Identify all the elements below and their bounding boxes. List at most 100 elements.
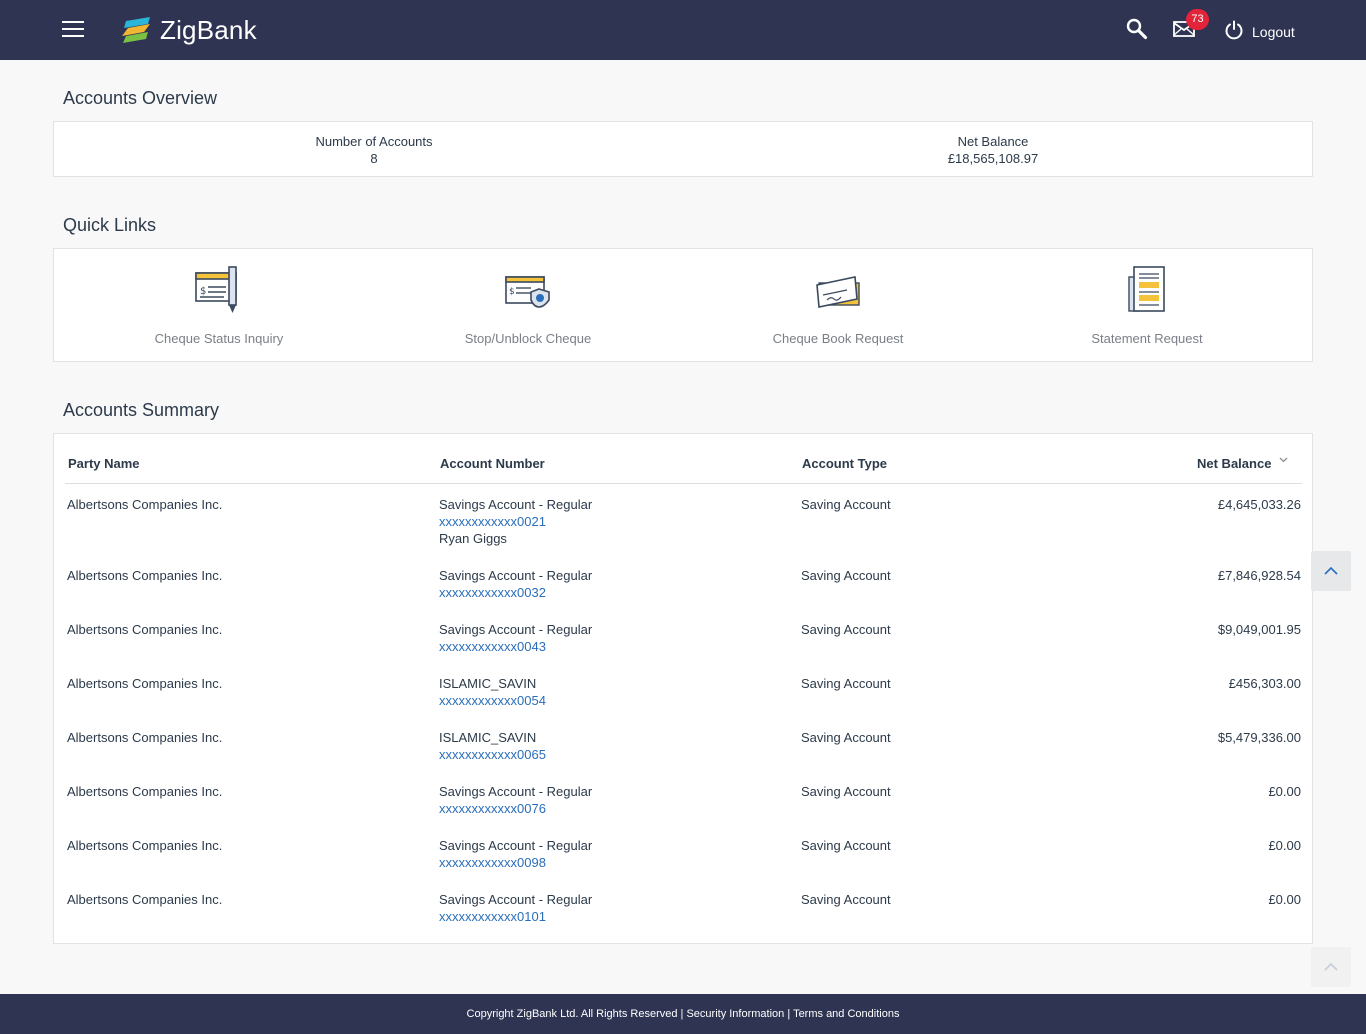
cheque-book-icon xyxy=(816,276,860,308)
security-information-link[interactable]: Security Information xyxy=(686,1008,784,1020)
zigbank-logo-mark-icon xyxy=(122,17,150,43)
net-balance-value: £18,565,108.97 xyxy=(947,151,1039,166)
account-number-cell: ISLAMIC_SAVIN xxxxxxxxxxxx0054 xyxy=(439,675,546,709)
party-name: Albertsons Companies Inc. xyxy=(67,568,223,583)
account-type: Saving Account xyxy=(801,838,891,853)
account-type: Saving Account xyxy=(801,568,891,583)
stop-cheque-icon: $ xyxy=(505,276,550,308)
account-number-link[interactable]: xxxxxxxxxxxx0076 xyxy=(439,800,592,817)
account-balance: $9,049,001.95 xyxy=(1217,622,1301,637)
accounts-overview-card: Number of Accounts 8 Net Balance £18,565… xyxy=(53,121,1313,177)
footer: Copyright ZigBank Ltd. All Rights Reserv… xyxy=(0,994,1366,1034)
zigbank-logo[interactable]: ZigBank xyxy=(122,14,257,46)
account-product: Savings Account - Regular xyxy=(439,838,593,853)
account-product: Savings Account - Regular xyxy=(439,622,593,637)
column-party-name: Party Name xyxy=(68,456,140,471)
number-of-accounts-value: 8 xyxy=(370,151,378,166)
party-name: Albertsons Companies Inc. xyxy=(67,622,223,637)
quick-link-label: Statement Request xyxy=(1091,331,1203,346)
party-name: Albertsons Companies Inc. xyxy=(67,838,223,853)
quick-link-label: Stop/Unblock Cheque xyxy=(464,331,592,346)
account-type: Saving Account xyxy=(801,784,891,799)
accounts-summary-title: Accounts Summary xyxy=(63,400,220,420)
statement-icon xyxy=(1128,266,1165,312)
account-number-cell: Savings Account - Regular xxxxxxxxxxxx00… xyxy=(439,783,592,817)
account-number-link[interactable]: xxxxxxxxxxxx0021 xyxy=(439,513,592,530)
sort-chevron-down-icon[interactable] xyxy=(1279,457,1288,463)
quick-link-statement-request[interactable]: Statement Request xyxy=(1047,263,1247,346)
account-number-link[interactable]: xxxxxxxxxxxx0043 xyxy=(439,638,592,655)
terms-and-conditions-link[interactable]: Terms and Conditions xyxy=(793,1008,899,1020)
party-name: Albertsons Companies Inc. xyxy=(67,730,223,745)
accounts-summary-table: Party Name Account Number Account Type N… xyxy=(53,433,1313,944)
account-type: Saving Account xyxy=(801,497,891,512)
quick-link-label: Cheque Book Request xyxy=(772,331,904,346)
top-header: ZigBank 73 Logout xyxy=(0,0,1366,60)
account-number-link[interactable]: xxxxxxxxxxxx0098 xyxy=(439,854,592,871)
quick-link-cheque-status-inquiry[interactable]: $ Cheque Status Inquiry xyxy=(119,263,319,346)
footer-copyright: Copyright ZigBank Ltd. All Rights Reserv… xyxy=(466,1008,678,1020)
account-balance: $5,479,336.00 xyxy=(1217,730,1301,745)
party-name: Albertsons Companies Inc. xyxy=(67,497,223,512)
cheque-status-icon: $ xyxy=(195,266,237,313)
account-number-cell: ISLAMIC_SAVIN xxxxxxxxxxxx0065 xyxy=(439,729,546,763)
account-balance: £0.00 xyxy=(1268,892,1301,907)
logout-button[interactable]: Logout xyxy=(1224,20,1295,40)
party-name: Albertsons Companies Inc. xyxy=(67,676,223,691)
quick-link-label: Cheque Status Inquiry xyxy=(154,331,284,346)
account-number-cell: Savings Account - Regular xxxxxxxxxxxx00… xyxy=(439,621,592,655)
column-account-number: Account Number xyxy=(440,456,545,471)
svg-text:$: $ xyxy=(200,286,206,297)
scroll-to-top-button-faded[interactable] xyxy=(1311,947,1351,987)
account-number-link[interactable]: xxxxxxxxxxxx0032 xyxy=(439,584,592,601)
account-type: Saving Account xyxy=(801,892,891,907)
quick-link-stop-unblock-cheque[interactable]: $ Stop/Unblock Cheque xyxy=(428,263,628,346)
account-product: ISLAMIC_SAVIN xyxy=(439,676,537,691)
account-balance: £0.00 xyxy=(1268,838,1301,853)
net-balance-overview: Net Balance £18,565,108.97 xyxy=(893,133,1093,167)
account-product: Savings Account - Regular xyxy=(439,497,593,512)
account-type: Saving Account xyxy=(801,676,891,691)
account-holder: Ryan Giggs xyxy=(439,531,507,546)
account-number-cell: Savings Account - Regular xxxxxxxxxxxx00… xyxy=(439,567,592,601)
account-balance: £0.00 xyxy=(1268,784,1301,799)
account-type: Saving Account xyxy=(801,730,891,745)
quick-links-title: Quick Links xyxy=(63,215,157,235)
svg-text:$: $ xyxy=(509,287,515,297)
account-type: Saving Account xyxy=(801,622,891,637)
search-icon[interactable] xyxy=(1126,18,1148,45)
quick-links-card: $ Cheque Status Inquiry $ Stop/Unblock C… xyxy=(53,248,1313,362)
number-of-accounts-label: Number of Accounts xyxy=(315,134,433,149)
chevron-up-icon xyxy=(1324,962,1338,971)
column-net-balance-sort[interactable]: Net Balance xyxy=(1197,456,1271,471)
power-icon xyxy=(1225,20,1243,40)
account-number-cell: Savings Account - Regular xxxxxxxxxxxx01… xyxy=(439,891,592,925)
account-product: Savings Account - Regular xyxy=(439,892,593,907)
account-balance: £456,303.00 xyxy=(1228,676,1301,691)
account-balance: £7,846,928.54 xyxy=(1217,568,1301,583)
chevron-up-icon xyxy=(1324,566,1338,575)
column-account-type: Account Type xyxy=(802,456,887,471)
account-balance: £4,645,033.26 xyxy=(1217,497,1301,512)
hamburger-menu-icon[interactable] xyxy=(62,21,84,39)
brand-name: ZigBank xyxy=(160,14,257,45)
column-net-balance: Net Balance xyxy=(1197,456,1272,471)
net-balance-label: Net Balance xyxy=(957,134,1029,149)
quick-link-cheque-book-request[interactable]: Cheque Book Request xyxy=(738,263,938,346)
scroll-to-top-button[interactable] xyxy=(1311,551,1351,591)
unread-mail-badge[interactable]: 73 xyxy=(1186,9,1209,30)
table-header: Party Name Account Number Account Type N… xyxy=(65,434,1302,484)
party-name: Albertsons Companies Inc. xyxy=(67,892,223,907)
account-number-cell: Savings Account - Regular xxxxxxxxxxxx00… xyxy=(439,496,592,547)
account-product: Savings Account - Regular xyxy=(439,568,593,583)
account-product: ISLAMIC_SAVIN xyxy=(439,730,537,745)
party-name: Albertsons Companies Inc. xyxy=(67,784,223,799)
account-number-link[interactable]: xxxxxxxxxxxx0065 xyxy=(439,746,546,763)
number-of-accounts: Number of Accounts 8 xyxy=(274,133,474,167)
logout-label: Logout xyxy=(1252,23,1295,40)
account-number-link[interactable]: xxxxxxxxxxxx0101 xyxy=(439,908,592,925)
accounts-overview-title: Accounts Overview xyxy=(63,88,218,108)
account-number-link[interactable]: xxxxxxxxxxxx0054 xyxy=(439,692,546,709)
account-product: Savings Account - Regular xyxy=(439,784,593,799)
account-number-cell: Savings Account - Regular xxxxxxxxxxxx00… xyxy=(439,837,592,871)
